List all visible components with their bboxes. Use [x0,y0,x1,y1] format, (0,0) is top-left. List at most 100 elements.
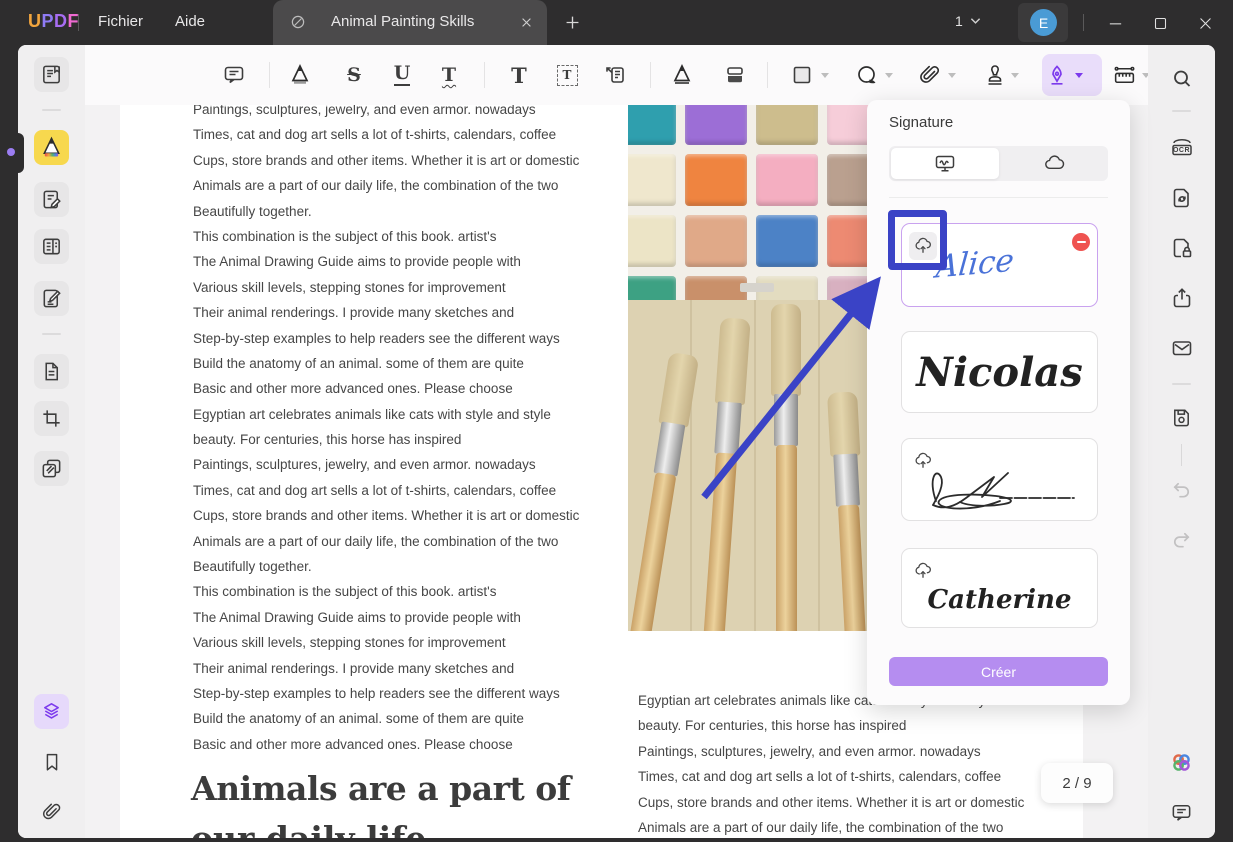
tab-close-icon[interactable] [518,14,535,31]
search-icon [1170,67,1194,91]
titlebar-divider [78,14,79,31]
sidebar-item-page-comment[interactable] [1164,795,1199,830]
sidebar-item-ocr[interactable]: OCR [1164,130,1199,165]
page-number-value: 1 [955,13,963,29]
minimize-button[interactable] [1103,11,1127,35]
text-line: Basic and other more advanced ones. Plea… [193,736,513,752]
paperclip-icon [41,801,63,823]
text-box-tool[interactable]: T [554,62,580,88]
tab-title: Animal Painting Skills [331,13,475,30]
document-heading-clipped: our daily life [191,819,426,838]
document-tab[interactable]: Animal Painting Skills [273,0,547,45]
callout-tool[interactable] [602,62,628,88]
account-button[interactable]: E [1018,3,1068,42]
convert-document-icon [1170,186,1194,210]
paint-pan [756,154,818,206]
sidebar-item-search[interactable] [1164,61,1199,96]
text-line: Animals are a part of our daily life, th… [193,533,559,549]
circle-shape-dropdown-icon[interactable] [885,73,893,78]
highlighter-icon [40,136,63,159]
sidebar-item-convert[interactable] [34,451,69,486]
rectangle-shape-dropdown-icon[interactable] [821,73,829,78]
sidebar-item-share[interactable] [1164,280,1199,315]
titlebar: UPDF Fichier Aide Animal Painting Skills… [0,0,1233,45]
sidebar-item-crop[interactable] [34,401,69,436]
sidebar-item-layers[interactable] [34,694,69,729]
page-number-dropdown[interactable]: 1 [955,13,981,29]
signature-item-scribble[interactable] [901,438,1098,521]
new-tab-icon[interactable] [563,13,582,32]
attachment-dropdown-icon[interactable] [948,73,956,78]
paint-pan [628,105,676,145]
sidebar-item-pages[interactable] [34,354,69,389]
left-text-column: Paintings, sculptures, jewelry, and even… [193,105,579,757]
strikethrough-tool[interactable]: S [341,62,367,88]
eraser-tool[interactable] [722,62,748,88]
rectangle-shape-tool[interactable] [789,62,815,88]
menu-fichier[interactable]: Fichier [98,13,143,30]
sidebar-item-annotate[interactable] [34,130,69,165]
sidebar-item-save[interactable] [1164,400,1199,435]
signature-dropdown-icon[interactable] [1075,73,1083,78]
tab-device-signatures[interactable] [891,148,999,179]
close-button[interactable] [1193,11,1217,35]
highlight-callout-square [888,210,947,270]
stamp-dropdown-icon[interactable] [1011,73,1019,78]
sidebar-item-bookmark[interactable] [34,744,69,779]
text-line: The Animal Drawing Guide aims to provide… [193,609,521,625]
crop-icon [40,407,63,430]
convert-pages-icon [40,457,63,480]
paperclip-icon [918,63,942,87]
page-indicator[interactable]: 2 / 9 [1041,763,1113,803]
sidebar-divider [1172,110,1191,112]
signature-item-nicolas[interactable]: Nicolas [901,331,1098,413]
signature-tool[interactable] [1044,62,1070,88]
sidebar-item-edit[interactable] [34,182,69,217]
paint-pan [685,215,747,267]
sidebar-item-undo[interactable] [1164,472,1199,507]
highlight-icon [288,63,312,87]
callout-icon [603,63,627,87]
sidebar-splitter[interactable] [1181,444,1182,466]
measure-tool[interactable] [1111,62,1137,88]
sidebar-item-protect[interactable] [1164,230,1199,265]
highlight-tool[interactable] [287,62,313,88]
sidebar-item-fill-sign[interactable] [34,281,69,316]
text-line: Build the anatomy of an animal. some of … [193,355,524,371]
sidebar-item-reader[interactable] [34,57,69,92]
sidebar-item-attachment[interactable] [34,794,69,829]
attachment-tool[interactable] [917,62,943,88]
cloud-upload-icon[interactable] [909,557,937,585]
circle-shape-icon [855,63,879,87]
squiggly-tool[interactable]: T [436,62,462,88]
sidebar-collapse-notch[interactable] [18,133,24,173]
sidebar-item-mail[interactable] [1164,330,1199,365]
comment-tool[interactable] [221,62,247,88]
text-tool[interactable]: T [506,62,532,88]
paint-pan [628,154,676,206]
delete-signature-icon[interactable] [1072,233,1090,251]
paint-pan [685,154,747,206]
stamp-tool[interactable] [982,62,1008,88]
sidebar-item-organize[interactable] [34,229,69,264]
maximize-button[interactable] [1148,11,1172,35]
panel-divider [889,197,1108,198]
circle-shape-tool[interactable] [854,62,880,88]
tab-cloud-signatures[interactable] [1001,146,1109,181]
updf-logo: UPDF [28,11,80,31]
create-signature-button[interactable]: Créer [889,657,1108,686]
signature-pen-icon [1045,63,1069,87]
text-line: Times, cat and dog art sells a lot of t-… [638,769,1002,785]
fill-sign-icon [40,287,63,310]
underline-tool[interactable]: U [389,62,415,88]
reader-icon [40,63,63,86]
sidebar-item-convert-document[interactable] [1164,180,1199,215]
sidebar-item-redo[interactable] [1164,522,1199,557]
ai-assistant-icon [1169,750,1194,775]
sidebar-item-ai-assistant[interactable] [1164,745,1199,780]
signature-item-catherine[interactable]: Catherine [901,548,1098,628]
edit-page-icon [40,188,63,211]
pencil-tool[interactable] [669,62,695,88]
signature-ink-scribble [922,459,1082,513]
menu-aide[interactable]: Aide [175,13,205,30]
